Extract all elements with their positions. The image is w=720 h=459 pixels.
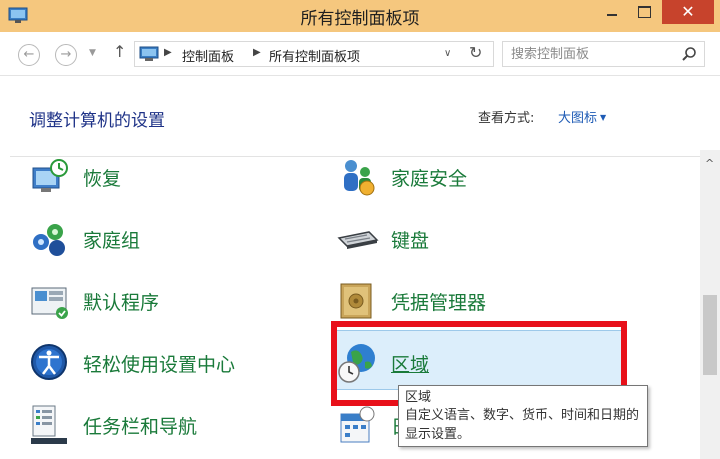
page-title: 调整计算机的设置 bbox=[29, 111, 165, 131]
item-ease-of-access-label: 轻松使用设置中心 bbox=[83, 354, 236, 376]
keyboard-icon bbox=[337, 231, 379, 249]
item-homegroup-label: 家庭组 bbox=[83, 230, 141, 252]
item-default-programs[interactable]: 默认程序 bbox=[29, 280, 289, 326]
view-by-dropdown[interactable]: 大图标 bbox=[558, 107, 606, 126]
item-homegroup[interactable]: 家庭组 bbox=[29, 218, 289, 264]
item-recovery[interactable]: 恢复 bbox=[29, 156, 289, 202]
region-tooltip: 区域 自定义语言、数字、货币、时间和日期的显示设置。 bbox=[398, 385, 648, 447]
view-by-label: 查看方式: bbox=[478, 111, 535, 126]
title-bar: 所有控制面板项 ✕ bbox=[0, 0, 720, 32]
ease-of-access-icon bbox=[31, 344, 67, 380]
breadcrumb-separator[interactable]: ▶ bbox=[164, 47, 172, 58]
item-taskbar-navigation-label: 任务栏和导航 bbox=[83, 416, 198, 438]
up-button[interactable]: ↑ bbox=[113, 42, 126, 61]
item-family-safety-label: 家庭安全 bbox=[391, 168, 468, 190]
close-icon: ✕ bbox=[681, 2, 695, 21]
tooltip-title: 区域 bbox=[405, 390, 432, 405]
family-safety-icon bbox=[344, 160, 375, 196]
control-panel-icon bbox=[139, 46, 159, 61]
scroll-up-icon[interactable]: ^ bbox=[705, 157, 714, 170]
tooltip-description: 自定义语言、数字、货币、时间和日期的显示设置。 bbox=[405, 408, 640, 442]
search-icon[interactable] bbox=[681, 46, 697, 62]
item-default-programs-label: 默认程序 bbox=[83, 292, 160, 314]
item-family-safety[interactable]: 家庭安全 bbox=[337, 156, 597, 202]
breadcrumb-control-panel[interactable]: 控制面板 bbox=[182, 46, 234, 65]
forward-button[interactable]: → bbox=[55, 44, 77, 66]
breadcrumb-separator[interactable]: ▶ bbox=[253, 47, 261, 58]
search-input[interactable] bbox=[511, 45, 671, 63]
breadcrumb-all-items[interactable]: 所有控制面板项 bbox=[269, 46, 360, 65]
maximize-button[interactable] bbox=[630, 0, 658, 24]
item-credential-manager-label: 凭据管理器 bbox=[391, 292, 487, 314]
item-credential-manager[interactable]: 凭据管理器 bbox=[337, 280, 597, 326]
close-button[interactable]: ✕ bbox=[662, 0, 714, 24]
address-dropdown-icon[interactable]: ∨ bbox=[444, 48, 451, 59]
address-bar[interactable]: ▶ 控制面板 ▶ 所有控制面板项 ∨ ↻ bbox=[134, 41, 494, 67]
vertical-scrollbar[interactable]: ^ bbox=[700, 150, 720, 459]
item-keyboard-label: 键盘 bbox=[391, 230, 430, 252]
taskbar-navigation-icon bbox=[31, 405, 67, 444]
recent-locations-dropdown[interactable]: ▼ bbox=[89, 48, 96, 58]
item-ease-of-access[interactable]: 轻松使用设置中心 bbox=[29, 342, 309, 388]
item-keyboard[interactable]: 键盘 bbox=[337, 218, 597, 264]
search-box[interactable] bbox=[502, 41, 705, 67]
back-button[interactable]: ← bbox=[18, 44, 40, 66]
minimize-button[interactable] bbox=[598, 0, 626, 24]
homegroup-icon bbox=[33, 224, 65, 256]
refresh-icon[interactable]: ↻ bbox=[469, 43, 482, 62]
default-programs-icon bbox=[31, 287, 68, 319]
address-toolbar: ← → ▼ ↑ ▶ 控制面板 ▶ 所有控制面板项 ∨ ↻ bbox=[0, 32, 720, 76]
date-time-icon bbox=[340, 406, 375, 443]
item-taskbar-navigation[interactable]: 任务栏和导航 bbox=[29, 404, 289, 450]
item-recovery-label: 恢复 bbox=[83, 168, 122, 190]
recovery-icon bbox=[32, 159, 68, 192]
scroll-thumb[interactable] bbox=[703, 295, 717, 375]
credential-manager-icon bbox=[340, 283, 372, 319]
